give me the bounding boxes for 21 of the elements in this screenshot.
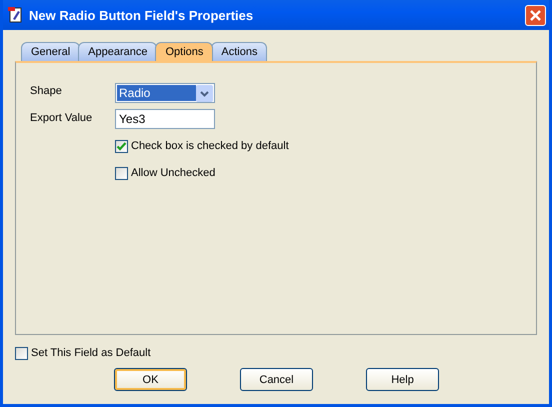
checkbox-label: Check box is checked by default <box>131 140 289 152</box>
tab[interactable]: Actions <box>211 42 268 61</box>
shape-dropdown[interactable]: Radio <box>115 83 215 103</box>
field-label: Export Value <box>30 111 94 124</box>
dialog-button[interactable]: Cancel <box>240 368 313 391</box>
dialog-button[interactable]: OK <box>114 368 187 391</box>
checkbox[interactable] <box>15 346 28 360</box>
checkbox[interactable] <box>115 166 128 180</box>
close-icon[interactable] <box>529 8 542 22</box>
document-icon <box>8 7 24 23</box>
tab[interactable]: Appearance <box>78 42 158 61</box>
checkbox[interactable] <box>115 140 128 152</box>
export-value-field[interactable]: Yes3 <box>115 109 215 129</box>
field-label: Shape <box>30 84 63 97</box>
tab[interactable]: General <box>21 42 80 61</box>
close-button[interactable] <box>525 4 546 26</box>
window-title: New Radio Button Field's Properties <box>29 8 254 22</box>
checkbox-label: Allow Unchecked <box>131 167 216 179</box>
tab[interactable]: Options <box>155 42 214 61</box>
dialog-button[interactable]: Help <box>366 368 439 391</box>
checkbox-label: Set This Field as Default <box>31 347 151 359</box>
